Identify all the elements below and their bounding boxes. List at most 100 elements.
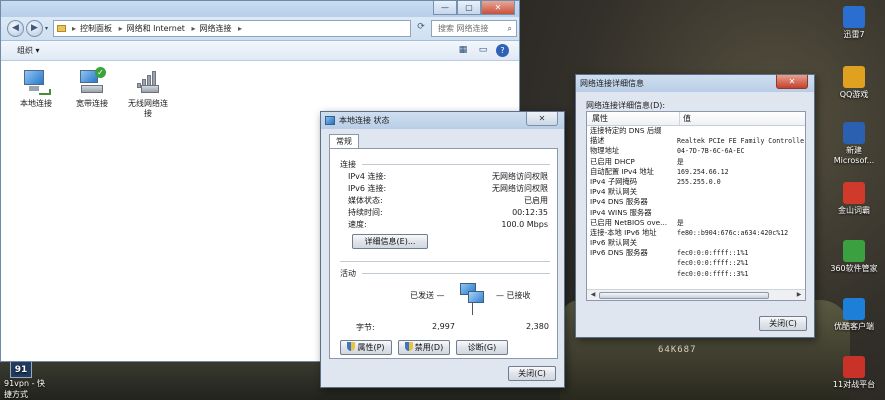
column-value[interactable]: 值 — [679, 112, 691, 125]
details-value: fe80::b904:676c:a634:420c%12 — [677, 228, 789, 237]
network-icon — [325, 116, 335, 125]
properties-button[interactable]: 属性(P) — [340, 340, 392, 355]
details-row[interactable]: IPv4 子网掩码 255.255.0.0 — [587, 177, 805, 187]
details-row[interactable]: 连接特定的 DNS 后缀 — [587, 126, 805, 136]
details-row[interactable]: IPv6 默认网关 — [587, 238, 805, 248]
details-property: 物理地址 — [590, 146, 620, 156]
details-dialog-titlebar: 网络连接详细信息 ✕ — [576, 75, 814, 92]
desktop-shortcut[interactable]: 新建 Microsof... — [826, 122, 882, 166]
refresh-icon[interactable]: ⟳ — [414, 22, 428, 36]
desktop-shortcut[interactable]: QQ游戏 — [826, 66, 882, 100]
details-row[interactable]: 连接-本地 IPv6 地址 fe80::b904:676c:a634:420c%1… — [587, 228, 805, 238]
breadcrumb-control-panel[interactable]: 控制面板 — [80, 24, 112, 33]
scroll-left-icon[interactable]: ◀ — [588, 290, 598, 300]
status-close-button[interactable]: 关闭(C) — [508, 366, 556, 381]
shortcut-icon — [843, 182, 865, 204]
bytes-sent-value: 2,997 — [432, 322, 455, 331]
general-panel: 连接 IPv4 连接: 无网络访问权限 IPv6 连接: 无网络访问权限 媒体状态: 已启… — [329, 148, 558, 359]
desktop-shortcut[interactable]: 迅雷7 — [826, 6, 882, 40]
details-property: 连接-本地 IPv6 地址 — [590, 227, 657, 237]
maximize-button[interactable]: ▢ — [457, 1, 481, 15]
status-dialog-titlebar: 本地连接 状态 ✕ — [321, 112, 564, 129]
connection-group-title: 连接 — [340, 160, 356, 169]
local-connection-status-dialog: 本地连接 状态 ✕ 常规 连接 IPv4 连接: 无网络访问权限 IPv6 连接: 无… — [320, 111, 565, 388]
shortcut-label: 迅雷7 — [843, 30, 865, 39]
details-header: 属性 值 — [587, 112, 805, 126]
vpn-shortcut[interactable]: 91 91vpn - 快 捷方式 — [4, 360, 45, 400]
details-dialog-close-x[interactable]: ✕ — [776, 75, 808, 89]
details-row[interactable]: IPv4 DNS 服务器 — [587, 197, 805, 207]
desktop-shortcut[interactable]: 金山词霸 — [826, 182, 882, 216]
details-row[interactable]: IPv6 DNS 服务器 fec0:0:0:ffff::1%1 — [587, 248, 805, 258]
wireless-adapter-icon — [133, 67, 163, 97]
breadcrumb-network-internet[interactable]: 网络和 Internet — [127, 24, 185, 33]
adapter-broadband[interactable]: ✓ 宽带连接 — [69, 67, 115, 119]
details-value: 169.254.66.12 — [677, 167, 729, 176]
adapter-local-connection[interactable]: 本地连接 — [13, 67, 59, 119]
details-row[interactable]: 描述 Realtek PCIe FE Family Controller — [587, 136, 805, 146]
tank-marking: 64K687 — [658, 345, 697, 355]
shortcut-icon — [843, 240, 865, 262]
help-icon[interactable]: ? — [496, 44, 509, 57]
desktop-shortcut[interactable]: 360软件管家 — [826, 240, 882, 274]
details-button[interactable]: 详细信息(E)... — [352, 234, 428, 249]
status-key: 速度: — [348, 220, 367, 229]
adapter-label: 宽带连接 — [76, 99, 108, 108]
details-row[interactable]: 已启用 DHCP 是 — [587, 157, 805, 167]
history-dropdown-icon[interactable]: ▾ — [45, 25, 48, 32]
status-value: 无网络访问权限 — [492, 172, 548, 181]
status-key: IPv4 连接: — [348, 172, 387, 181]
diagnose-button[interactable]: 诊断(G) — [456, 340, 508, 355]
search-placeholder: 搜索 网络连接 — [438, 24, 489, 33]
desktop-shortcut[interactable]: 11对战平台 — [826, 356, 882, 390]
details-value: Realtek PCIe FE Family Controller — [677, 137, 806, 146]
back-button[interactable]: ◀ — [7, 20, 24, 37]
status-key: 持续时间: — [348, 208, 383, 217]
scrollbar-thumb[interactable] — [599, 292, 769, 299]
details-property: 已启用 DHCP — [590, 156, 635, 166]
details-property: IPv4 WINS 服务器 — [590, 207, 652, 217]
details-row[interactable]: fec0:0:0:ffff::3%1 — [587, 269, 805, 279]
details-value: fec0:0:0:ffff::1%1 — [677, 249, 749, 258]
shortcut-label: QQ游戏 — [839, 90, 869, 99]
vpn-shortcut-label: 91vpn - 快 — [4, 379, 46, 388]
search-input[interactable]: 搜索 网络连接 ⌕ — [431, 20, 517, 37]
desktop-shortcut[interactable]: 优酷客户端 — [826, 298, 882, 332]
status-dialog-title: 本地连接 状态 — [339, 116, 390, 125]
tab-general[interactable]: 常规 — [329, 134, 359, 148]
shortcut-icon — [843, 66, 865, 88]
breadcrumb-network-connections[interactable]: 网络连接 — [199, 24, 231, 33]
details-row[interactable]: fec0:0:0:ffff::2%1 — [587, 258, 805, 268]
scroll-right-icon[interactable]: ▶ — [794, 290, 804, 300]
horizontal-scrollbar[interactable]: ◀ ▶ — [587, 289, 805, 300]
details-row[interactable]: 已启用 NetBIOS ove... 是 — [587, 218, 805, 228]
shortcut-icon — [843, 122, 865, 144]
details-property: IPv4 默认网关 — [590, 187, 638, 197]
details-row[interactable]: 物理地址 04-7D-7B-6C-6A-EC — [587, 146, 805, 156]
status-value: 已启用 — [524, 196, 548, 205]
shortcut-icon — [843, 6, 865, 28]
network-activity-icon — [458, 283, 484, 315]
details-value: 是 — [677, 218, 684, 227]
forward-button[interactable]: ▶ — [26, 20, 43, 37]
view-options-icon[interactable]: ▦ — [456, 44, 470, 57]
status-dialog-close-x[interactable]: ✕ — [526, 112, 558, 126]
disable-button[interactable]: 禁用(D) — [398, 340, 450, 355]
preview-pane-icon[interactable]: ▭ — [476, 44, 490, 57]
close-button[interactable]: ✕ — [481, 1, 515, 15]
activity-group-title: 活动 — [340, 269, 356, 278]
details-value: 是 — [677, 157, 684, 166]
details-row[interactable]: 自动配置 IPv4 地址 169.254.66.12 — [587, 167, 805, 177]
organize-menu[interactable]: 组织 ▾ — [17, 45, 40, 56]
shortcut-icon — [843, 356, 865, 378]
column-property[interactable]: 属性 — [592, 112, 608, 125]
details-value: fec0:0:0:ffff::3%1 — [677, 269, 749, 278]
details-close-button[interactable]: 关闭(C) — [759, 316, 807, 331]
adapter-wireless[interactable]: 无线网络连接 — [125, 67, 171, 119]
address-box[interactable]: ▸ 控制面板 ▸ 网络和 Internet ▸ 网络连接 ▸ — [53, 20, 411, 37]
details-row[interactable]: IPv4 默认网关 — [587, 187, 805, 197]
details-listview[interactable]: 属性 值 连接特定的 DNS 后缀 描述 Realtek PCIe FE Famil… — [586, 111, 806, 301]
minimize-button[interactable]: — — [433, 1, 457, 15]
details-row[interactable]: IPv4 WINS 服务器 — [587, 208, 805, 218]
bytes-received-value: 2,380 — [526, 322, 549, 331]
